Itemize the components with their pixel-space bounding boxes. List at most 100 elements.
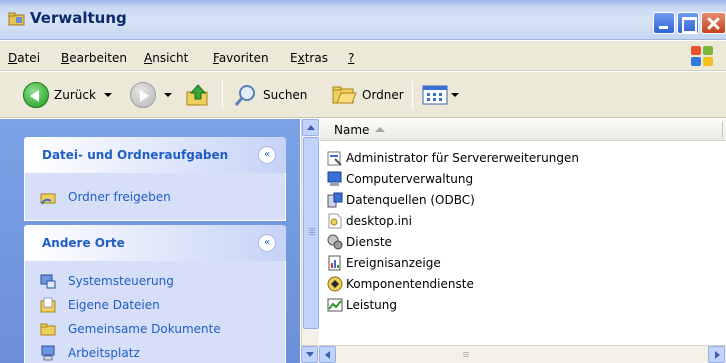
performance-icon	[327, 298, 343, 311]
other-places-panel: Andere Orte « Systemsteuerung Eigene Dat…	[24, 225, 286, 363]
folders-icon	[332, 86, 357, 104]
my-documents-icon	[40, 297, 56, 313]
collapse-icon[interactable]: «	[258, 234, 276, 252]
menu-bearbeiten[interactable]: Bearbeiten	[61, 51, 127, 65]
list-item[interactable]: Dienste	[326, 231, 392, 252]
odbc-icon	[327, 192, 343, 207]
window-title: Verwaltung	[30, 9, 127, 27]
menu-favoriten[interactable]: Favoriten	[213, 51, 269, 65]
scroll-left-button[interactable]	[319, 346, 336, 363]
list-item[interactable]: desktop.ini	[326, 210, 412, 231]
back-label: Zurück	[54, 88, 96, 102]
other-places-title: Andere Orte	[42, 236, 125, 250]
menu-bearbeiten-label: earbeiten	[69, 51, 127, 65]
name-column-label: Name	[334, 123, 370, 137]
share-folder-label: Ordner freigeben	[68, 190, 171, 204]
share-folder-link[interactable]: Ordner freigeben	[25, 185, 285, 209]
minimize-button[interactable]	[653, 12, 675, 34]
list-item-label: Dienste	[346, 234, 392, 249]
scroll-up-button[interactable]	[302, 119, 319, 136]
search-button[interactable]: Suchen	[234, 72, 307, 118]
task-pane: Datei- und Ordneraufgaben « Ordner freig…	[0, 119, 300, 363]
menu-bar: Datei Bearbeiten Ansicht Favoriten Extra…	[0, 41, 726, 71]
scroll-thumb[interactable]	[303, 137, 319, 329]
component-services-icon	[327, 276, 343, 291]
up-folder-button[interactable]	[185, 72, 211, 118]
menu-ansicht[interactable]: Ansicht	[144, 51, 188, 65]
menu-help[interactable]: ?	[348, 51, 354, 65]
list-item[interactable]: Leistung	[326, 294, 397, 315]
views-dropdown-icon[interactable]	[451, 93, 459, 97]
menu-datei-accel: D	[8, 51, 18, 65]
maximize-button[interactable]	[677, 12, 699, 34]
menu-bearbeiten-accel: B	[61, 51, 70, 65]
title-bar[interactable]: Verwaltung	[0, 0, 726, 40]
control-panel-label: Systemsteuerung	[68, 274, 174, 288]
menu-extras-label: tras	[304, 51, 328, 65]
services-icon	[327, 234, 343, 249]
file-tasks-header[interactable]: Datei- und Ordneraufgaben «	[24, 137, 286, 173]
back-button[interactable]: Zurück	[23, 72, 112, 118]
list-item-label: Komponentendienste	[346, 276, 474, 291]
horizontal-scrollbar[interactable]	[301, 345, 726, 363]
forward-button[interactable]	[130, 72, 172, 118]
scroll-up-icon	[307, 125, 315, 130]
folders-button[interactable]: Ordner	[331, 72, 404, 118]
scroll-right-button[interactable]	[708, 346, 725, 363]
menu-extras-prefix: E	[290, 51, 298, 65]
views-icon	[422, 85, 448, 105]
other-places-body: Systemsteuerung Eigene Dateien Gemeinsam…	[24, 261, 286, 363]
list-item[interactable]: Computerverwaltung	[326, 168, 473, 189]
shared-documents-icon	[40, 323, 56, 336]
list-item[interactable]: Ereignisanzeige	[326, 252, 441, 273]
shared-documents-link[interactable]: Gemeinsame Dokumente	[25, 317, 285, 341]
list-item-label: Leistung	[346, 297, 397, 312]
column-divider[interactable]	[722, 122, 723, 138]
file-tasks-panel: Datei- und Ordneraufgaben « Ordner freig…	[24, 137, 286, 221]
grip-icon	[463, 352, 469, 353]
views-button[interactable]	[422, 72, 459, 118]
file-tasks-title: Datei- und Ordneraufgaben	[42, 148, 229, 162]
list-item-label: Computerverwaltung	[346, 171, 474, 186]
file-list[interactable]: Name Administrator für Servererweiterung…	[320, 119, 726, 345]
my-documents-link[interactable]: Eigene Dateien	[25, 293, 285, 317]
menu-extras-accel: x	[297, 51, 305, 65]
menu-favoriten-label: avoriten	[218, 51, 269, 65]
event-viewer-icon	[328, 255, 341, 270]
close-button[interactable]	[701, 12, 726, 34]
toolbar-separator	[412, 81, 413, 109]
collapse-icon[interactable]: «	[258, 146, 276, 164]
search-label: Suchen	[263, 88, 308, 102]
forward-dropdown-icon[interactable]	[164, 93, 172, 97]
toolbar-separator	[222, 81, 223, 109]
ini-file-icon	[328, 213, 342, 228]
control-panel-link[interactable]: Systemsteuerung	[25, 269, 285, 293]
menu-datei-label: atei	[17, 51, 41, 65]
scroll-down-button[interactable]	[301, 346, 318, 363]
control-panel-icon	[40, 274, 56, 289]
list-item[interactable]: Komponentendienste	[326, 273, 474, 294]
computer-management-icon	[327, 171, 342, 186]
other-places-header[interactable]: Andere Orte «	[24, 225, 286, 261]
name-column-header[interactable]: Name	[320, 119, 726, 141]
my-computer-label: Arbeitsplatz	[68, 346, 140, 360]
share-folder-icon	[40, 193, 56, 205]
my-documents-label: Eigene Dateien	[68, 298, 160, 312]
folders-label: Ordner	[362, 88, 404, 102]
back-arrow-icon	[23, 82, 49, 108]
list-item[interactable]: Administrator für Servererweiterungen	[326, 147, 579, 168]
menu-datei[interactable]: Datei	[8, 51, 40, 65]
menu-ansicht-label: nsicht	[152, 51, 189, 65]
list-item-label: Ereignisanzeige	[346, 255, 441, 270]
menu-extras[interactable]: Extras	[290, 51, 328, 65]
forward-arrow-icon	[130, 82, 156, 108]
my-computer-link[interactable]: Arbeitsplatz	[25, 341, 285, 363]
back-dropdown-icon[interactable]	[103, 93, 112, 97]
windows-logo-icon	[691, 46, 715, 68]
vertical-scrollbar[interactable]	[301, 119, 319, 345]
shared-documents-label: Gemeinsame Dokumente	[68, 322, 221, 336]
search-icon	[234, 85, 255, 106]
list-item[interactable]: Datenquellen (ODBC)	[326, 189, 475, 210]
folder-tools-icon	[8, 12, 25, 26]
list-item-label: Datenquellen (ODBC)	[346, 192, 475, 207]
